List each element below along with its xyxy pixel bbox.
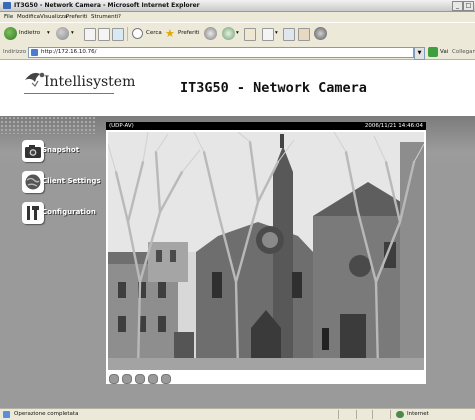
status-text: Operazione completata [14,411,79,417]
nav-snapshot[interactable]: Snapshot [22,140,108,164]
page-icon [31,49,38,56]
page-content: Intellisystem IT3G50 - Network Camera Sn… [0,60,475,408]
pause-icon[interactable] [122,374,132,384]
home-icon[interactable] [112,28,124,41]
nav-snapshot-label[interactable]: Snapshot [42,146,79,154]
menu-bar: File Modifica Visualizza Preferiti Strum… [0,12,475,22]
menu-modifica[interactable]: Modifica [17,12,40,22]
status-separator [356,410,357,419]
print-dropdown-icon[interactable]: ▾ [275,28,278,39]
status-separator [338,410,339,419]
search-icon[interactable] [132,28,143,39]
mail-icon[interactable] [244,28,256,41]
history-dropdown-icon[interactable]: ▾ [236,28,239,39]
refresh-icon[interactable] [98,28,110,41]
menu-help[interactable]: ? [118,12,121,22]
camera-protocol: (UDP-AV) [109,123,134,129]
internet-zone-icon [396,411,404,418]
toolbar-separator [127,27,128,41]
forward-dropdown-icon[interactable]: ▾ [71,28,74,39]
media-icon[interactable] [204,27,217,40]
search-label[interactable]: Cerca [146,28,162,39]
favorites-label[interactable]: Preferiti [178,28,200,39]
status-separator [372,410,373,419]
toolbar: Indietro ▾ ▾ Cerca ★ Preferiti ▾ ▾ [0,22,475,46]
page-done-icon [3,411,10,418]
status-separator [390,410,391,419]
window-title-bar: IT3G50 - Network Camera - Microsoft Inte… [0,0,475,12]
links-label[interactable]: Collegamenti [452,45,475,59]
back-label[interactable]: Indietro [19,28,40,39]
camera-panel: (UDP-AV) 2006/11/21 14:46:04 [106,122,426,384]
go-button[interactable]: Vai [440,45,448,59]
logo-underline [24,93,114,94]
camera-timestamp: 2006/11/21 14:46:04 [364,123,423,129]
nav-configuration-label[interactable]: Configuration [42,208,96,216]
nav-client-settings-label[interactable]: Client Settings [42,177,101,185]
address-label: Indirizzo [3,49,27,55]
talk-icon[interactable] [161,374,171,384]
camera-live-view[interactable] [108,132,424,370]
nav-configuration[interactable]: Configuration [22,202,108,226]
address-dropdown-icon[interactable]: ▼ [414,47,425,60]
print-icon[interactable] [262,28,274,41]
edit-icon[interactable] [283,28,295,41]
history-icon[interactable] [222,27,235,40]
dot-pattern [0,116,96,134]
page-title: IT3G50 - Network Camera [180,80,367,96]
menu-strumenti[interactable]: Strumenti [91,12,118,22]
maximize-button[interactable]: □ [463,1,474,11]
security-zone: Internet [407,411,429,417]
page-header: Intellisystem IT3G50 - Network Camera [0,60,475,116]
discuss-icon[interactable] [298,28,310,41]
camera-info-bar: (UDP-AV) 2006/11/21 14:46:04 [106,122,426,130]
go-arrow-icon[interactable] [428,47,438,57]
volume-icon[interactable] [148,374,158,384]
zoom-icon[interactable] [109,374,119,384]
globe-icon[interactable] [22,171,44,193]
favorites-star-icon[interactable]: ★ [165,28,175,39]
window-title: IT3G50 - Network Camera - Microsoft Inte… [14,2,200,9]
back-arrow-icon[interactable] [4,27,17,40]
back-dropdown-icon[interactable]: ▾ [47,28,50,39]
menu-preferiti[interactable]: Preferiti [66,12,88,22]
address-bar: Indirizzo http://172.16.10.76/ ▼ Vai Col… [0,45,475,60]
camera-icon[interactable] [22,140,44,162]
tools-icon[interactable] [22,202,44,224]
forward-arrow-icon[interactable] [56,27,69,40]
record-icon[interactable] [135,374,145,384]
logo-text: Intellisystem [44,74,136,90]
menu-visualizza[interactable]: Visualizza [40,12,67,22]
ie-app-icon [3,2,11,9]
address-input[interactable]: http://172.16.10.76/ [28,47,414,58]
status-bar: Operazione completata Internet [0,408,475,420]
stop-icon[interactable] [84,28,96,41]
menu-file[interactable]: File [4,12,13,22]
address-value[interactable]: http://172.16.10.76/ [41,48,96,57]
minimize-button[interactable]: _ [452,1,463,11]
nav-client-settings[interactable]: Client Settings [22,171,108,195]
messenger-icon[interactable] [314,27,327,40]
